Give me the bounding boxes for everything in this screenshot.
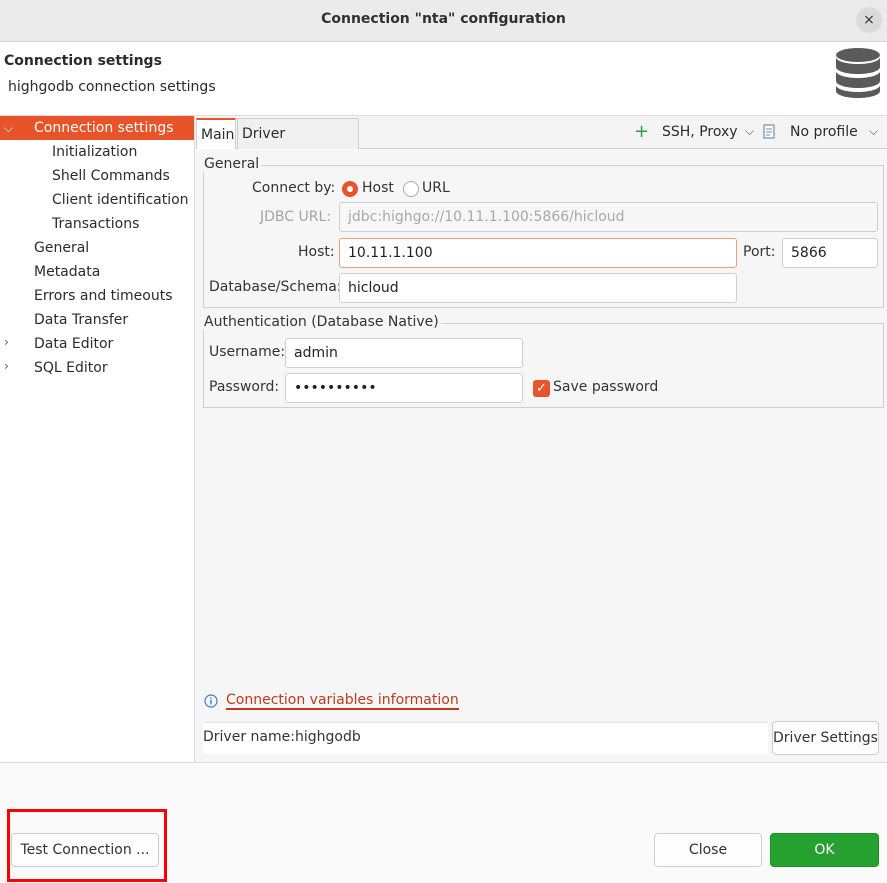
nav-item-errors-timeouts[interactable]: Errors and timeouts bbox=[34, 284, 173, 308]
highlight-box bbox=[7, 809, 167, 882]
general-legend: General bbox=[202, 156, 262, 172]
nav-item-transactions[interactable]: Transactions bbox=[52, 212, 139, 236]
window-title: Connection "nta" configuration bbox=[321, 11, 566, 27]
driver-name-label: Driver name: bbox=[203, 729, 295, 745]
tab-driver-properties[interactable]: Driver properties bbox=[237, 118, 359, 172]
settings-nav: ⌵ Connection settings Initialization She… bbox=[0, 116, 195, 762]
connection-variables-link[interactable]: Connection variables information bbox=[226, 692, 459, 710]
tab-main[interactable]: Main bbox=[196, 118, 236, 149]
chevron-right-icon[interactable]: › bbox=[4, 335, 9, 349]
chevron-right-icon[interactable]: › bbox=[4, 359, 9, 373]
database-label: Database/Schema: bbox=[209, 279, 342, 295]
host-input[interactable]: 10.11.1.100 bbox=[339, 238, 737, 268]
password-label: Password: bbox=[209, 379, 280, 395]
nav-item-initialization[interactable]: Initialization bbox=[52, 140, 137, 164]
username-input[interactable]: admin bbox=[285, 338, 523, 368]
close-button[interactable]: Close bbox=[654, 833, 762, 867]
jdbc-url-field: jdbc:highgo://10.11.1.100:5866/hicloud bbox=[339, 202, 878, 232]
nav-item-label: Connection settings bbox=[34, 120, 174, 136]
header-title: Connection settings bbox=[4, 53, 162, 69]
save-password-checkbox[interactable]: ✓ bbox=[533, 380, 550, 397]
nav-item-client-identification[interactable]: Client identification bbox=[52, 188, 189, 212]
nav-item-general[interactable]: General bbox=[34, 236, 89, 260]
nav-item-data-editor[interactable]: Data Editor bbox=[34, 332, 113, 356]
chevron-down-icon: ⌵ bbox=[4, 121, 14, 135]
header-subtitle: highgodb connection settings bbox=[8, 79, 216, 95]
save-password-label[interactable]: Save password bbox=[553, 379, 658, 395]
host-label: Host: bbox=[298, 244, 335, 260]
info-icon bbox=[204, 694, 218, 708]
database-icon bbox=[836, 48, 880, 98]
nav-item-shell-commands[interactable]: Shell Commands bbox=[52, 164, 170, 188]
database-input[interactable]: hicloud bbox=[339, 273, 737, 303]
plus-icon[interactable]: + bbox=[634, 121, 649, 142]
connect-by-label: Connect by: bbox=[252, 180, 336, 196]
chevron-down-icon[interactable]: ⌵ bbox=[869, 124, 878, 139]
host-radio[interactable] bbox=[342, 181, 358, 197]
close-window-button[interactable]: × bbox=[856, 7, 882, 33]
ok-button[interactable]: OK bbox=[770, 833, 879, 867]
profile-selector[interactable]: No profile bbox=[790, 124, 858, 140]
url-radio[interactable] bbox=[403, 181, 419, 197]
port-label: Port: bbox=[743, 244, 776, 260]
chevron-down-icon[interactable]: ⌵ bbox=[745, 124, 754, 139]
nav-item-metadata[interactable]: Metadata bbox=[34, 260, 100, 284]
url-radio-label[interactable]: URL bbox=[422, 180, 450, 196]
ssh-proxy-button[interactable]: SSH, Proxy bbox=[662, 124, 738, 140]
document-icon bbox=[763, 124, 775, 139]
nav-item-sql-editor[interactable]: SQL Editor bbox=[34, 356, 108, 380]
password-input[interactable]: •••••••••• bbox=[285, 373, 523, 403]
nav-item-data-transfer[interactable]: Data Transfer bbox=[34, 308, 128, 332]
nav-item-connection-settings[interactable]: ⌵ Connection settings bbox=[0, 116, 194, 140]
driver-settings-button[interactable]: Driver Settings bbox=[772, 721, 879, 755]
port-input[interactable]: 5866 bbox=[782, 238, 878, 268]
host-radio-label[interactable]: Host bbox=[362, 180, 394, 196]
footer-separator bbox=[0, 762, 887, 763]
driver-name-value: highgodb bbox=[295, 729, 361, 745]
jdbc-url-label: JDBC URL: bbox=[260, 209, 331, 225]
auth-legend: Authentication (Database Native) bbox=[202, 314, 441, 330]
username-label: Username: bbox=[209, 344, 286, 360]
